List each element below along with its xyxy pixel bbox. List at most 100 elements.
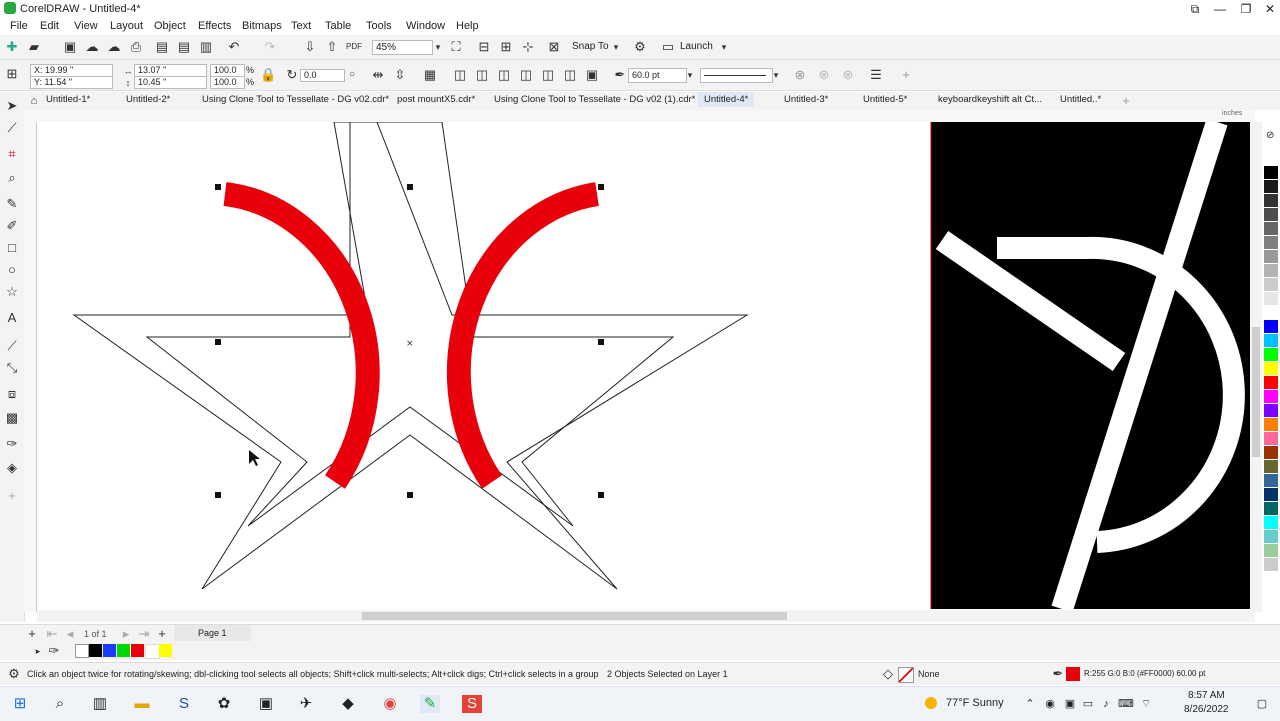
app-network-icon[interactable]: ◆	[338, 695, 358, 713]
undo-icon[interactable]: ↶	[226, 39, 242, 55]
palette-swatch[interactable]	[1264, 446, 1278, 460]
tab-post-mountx5[interactable]: post mountX5.cdr*	[397, 94, 475, 105]
horizontal-scrollbar[interactable]	[37, 610, 1255, 622]
close-button[interactable]: ✕	[1258, 1, 1280, 17]
palette-swatch[interactable]	[1264, 152, 1278, 166]
back-minus-front-icon[interactable]: ◫	[562, 67, 578, 83]
parallel-dimension-icon[interactable]: ⟋	[4, 338, 20, 354]
palette-swatch[interactable]	[1264, 530, 1278, 544]
menu-effects[interactable]: Effects	[198, 20, 231, 32]
print-icon[interactable]: ⎙	[128, 39, 144, 55]
palette-swatch[interactable]	[1264, 292, 1278, 306]
quick-customize-icon[interactable]: ⊗	[840, 67, 856, 83]
outline-width-field[interactable]: 60.0 pt	[628, 68, 687, 83]
palette-swatch[interactable]	[1264, 250, 1278, 264]
guidelines-icon[interactable]: ⊹	[520, 39, 536, 55]
menu-bitmaps[interactable]: Bitmaps	[242, 20, 282, 32]
search-icon[interactable]: ⌕	[50, 695, 70, 713]
coreldraw-taskbar-icon[interactable]: ✎	[420, 695, 440, 713]
cut-icon[interactable]: ▤	[154, 39, 170, 55]
tab-untitled-1[interactable]: Untitled-1*	[46, 94, 90, 105]
palette-swatch[interactable]	[1264, 474, 1278, 488]
artistic-media-icon[interactable]: ✐	[4, 218, 20, 234]
freehand-tool-icon[interactable]: ✎	[4, 196, 20, 212]
connector-tool-icon[interactable]: ⤡	[4, 360, 20, 376]
tab-clone-tool-v02-1[interactable]: Using Clone Tool to Tessellate - DG v02 …	[494, 94, 695, 105]
ellipse-tool-icon[interactable]: ○	[4, 262, 20, 278]
palette-eyedropper-icon[interactable]: ✑	[46, 643, 62, 659]
scale-y-field[interactable]: 100.0	[210, 76, 245, 89]
save-icon[interactable]: ▣	[62, 39, 78, 55]
launch-dropdown-arrow-icon[interactable]: ▾	[716, 39, 732, 55]
doc-swatch-black[interactable]	[89, 644, 102, 657]
snap-to-dropdown[interactable]: Snap To	[572, 41, 609, 52]
drawing-canvas[interactable]: ×	[37, 122, 1255, 612]
tray-wifi-icon[interactable]: ⌔	[1136, 695, 1156, 713]
launch-icon[interactable]: ▭	[660, 39, 676, 55]
palette-swatch[interactable]	[1264, 264, 1278, 278]
doc-swatch-none[interactable]	[75, 644, 89, 658]
tray-keyboard-icon[interactable]: ⌨	[1116, 695, 1136, 713]
trim-icon[interactable]: ◫	[474, 67, 490, 83]
redo-icon[interactable]: ↷	[262, 39, 278, 55]
transparency-tool-icon[interactable]: ▩	[4, 410, 20, 426]
last-page-icon[interactable]: ⇥	[136, 626, 152, 642]
tab-untitled-4[interactable]: Untitled-4*	[698, 92, 755, 107]
tray-monitor-icon[interactable]: ▭	[1078, 695, 1098, 713]
palette-swatch[interactable]	[1264, 404, 1278, 418]
app-paint-icon[interactable]: ✿	[214, 695, 234, 713]
minimize-button[interactable]: —	[1208, 1, 1232, 17]
align-distribute-icon[interactable]: ☰	[868, 67, 884, 83]
palette-swatch[interactable]	[1264, 432, 1278, 446]
cloud-download-icon[interactable]: ☁	[106, 39, 122, 55]
snap-dropdown-arrow-icon[interactable]: ▾	[608, 39, 624, 55]
line-style-field[interactable]	[700, 68, 773, 83]
new-document-icon[interactable]: ✚	[4, 39, 20, 55]
eyedropper-tool-icon[interactable]: ✑	[4, 436, 20, 452]
add-tool-icon[interactable]: +	[4, 488, 20, 504]
lock-ratio-icon[interactable]: 🔒	[260, 67, 276, 83]
weather-text[interactable]: 77°F Sunny	[946, 697, 1004, 709]
palette-swatch[interactable]	[1264, 348, 1278, 362]
status-gear-icon[interactable]: ⚙	[6, 666, 22, 682]
tray-record-icon[interactable]: ◉	[1040, 695, 1060, 713]
app-tool-icon[interactable]: ✈	[296, 695, 316, 713]
palette-swatch[interactable]	[1264, 180, 1278, 194]
add-toolbar-item-icon[interactable]: +	[898, 67, 914, 83]
tab-untitled-more[interactable]: Untitled..*	[1060, 94, 1101, 105]
weld-icon[interactable]: ◫	[452, 67, 468, 83]
tab-untitled-3[interactable]: Untitled-3*	[784, 94, 828, 105]
menu-edit[interactable]: Edit	[40, 20, 59, 32]
tray-camera-icon[interactable]: ▣	[1060, 695, 1080, 713]
tab-keyboard-shift[interactable]: keyboardkeyshift alt Ct...	[938, 94, 1042, 105]
mirror-horizontal-icon[interactable]: ⇹	[370, 67, 386, 83]
height-field[interactable]: 10.45 "	[134, 76, 207, 89]
line-style-dropdown-icon[interactable]: ▾	[768, 67, 784, 83]
menu-text[interactable]: Text	[291, 20, 311, 32]
rotation-center-icon[interactable]: ○	[344, 67, 360, 83]
launch-dropdown[interactable]: Launch	[680, 41, 713, 52]
menu-help[interactable]: Help	[456, 20, 479, 32]
rulers-icon[interactable]: ⊟	[476, 39, 492, 55]
y-position-field[interactable]: Y: 11.54 "	[30, 76, 113, 89]
notifications-icon[interactable]: ▢	[1252, 695, 1272, 713]
clock-time[interactable]: 8:57 AM	[1188, 690, 1225, 701]
polygon-tool-icon[interactable]: ☆	[4, 284, 20, 300]
open-folder-icon[interactable]: ▰	[26, 39, 42, 55]
app-s-icon[interactable]: S	[174, 695, 194, 713]
windows-start-icon[interactable]: ⊞	[10, 695, 30, 713]
page-1-tab[interactable]: Page 1	[174, 625, 251, 641]
rotation-angle-field[interactable]: 0.0	[300, 69, 345, 82]
menu-table[interactable]: Table	[325, 20, 351, 32]
add-page-before-icon[interactable]: +	[24, 626, 40, 642]
full-screen-icon[interactable]: ⛶	[448, 39, 464, 55]
task-view-icon[interactable]: ▥	[90, 695, 110, 713]
boundary-icon[interactable]: ▣	[584, 67, 600, 83]
zoom-tool-icon[interactable]: ⌕	[4, 170, 20, 186]
palette-swatch[interactable]	[1264, 544, 1278, 558]
tray-chevron-icon[interactable]: ⌃	[1020, 695, 1040, 713]
menu-layout[interactable]: Layout	[110, 20, 143, 32]
fill-none-indicator[interactable]	[898, 667, 914, 683]
menu-file[interactable]: File	[10, 20, 28, 32]
palette-swatch[interactable]	[1264, 418, 1278, 432]
